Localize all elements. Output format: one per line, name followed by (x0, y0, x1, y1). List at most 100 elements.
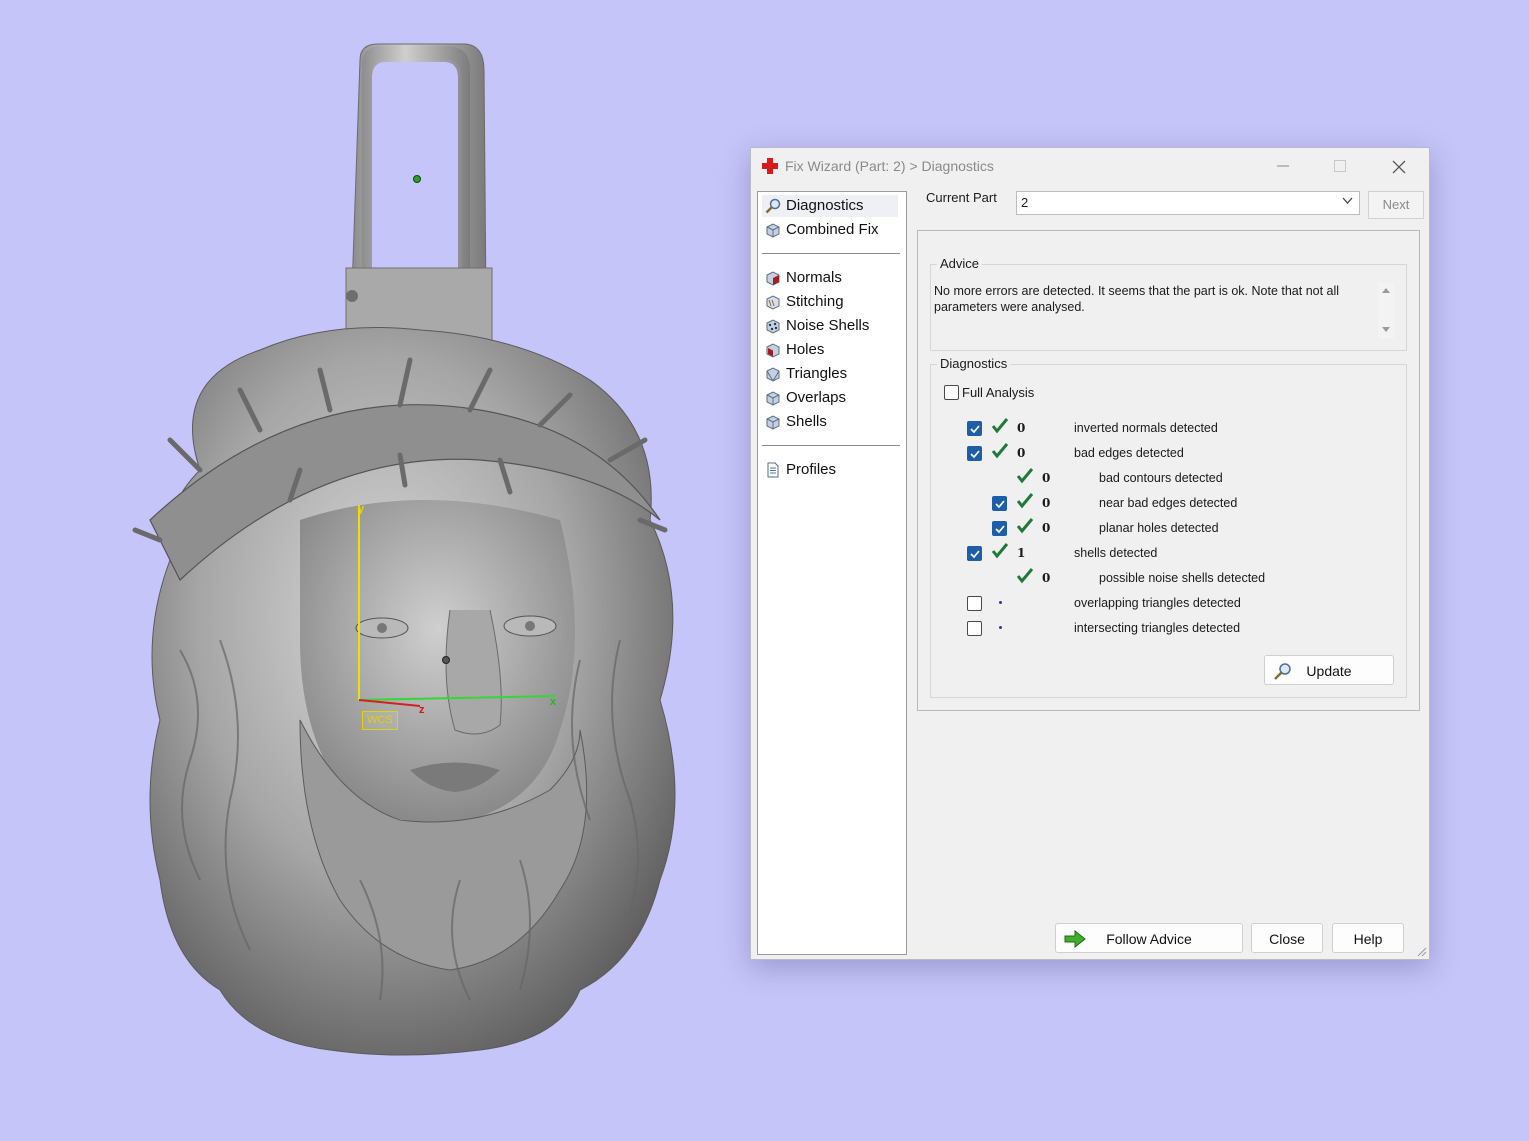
nav-item-overlaps[interactable]: Overlaps (762, 387, 898, 409)
diagnostic-checkbox[interactable] (992, 521, 1007, 536)
nav-item-stitching[interactable]: Stitching (762, 291, 898, 313)
profiles-document-icon (767, 462, 779, 478)
checkmark-icon (995, 500, 1005, 509)
nav-label: Noise Shells (786, 317, 870, 334)
nav-label: Triangles (786, 365, 848, 382)
nav-item-diagnostics[interactable]: Diagnostics (762, 195, 898, 217)
nav-label: Stitching (786, 293, 844, 310)
close-button[interactable]: Close (1251, 923, 1323, 953)
chevron-down-icon (1342, 197, 1353, 204)
resize-grip-icon[interactable] (1417, 947, 1427, 957)
checkmark-icon (970, 450, 980, 459)
normals-cube-icon (766, 271, 780, 286)
title-bar[interactable]: Fix Wizard (Part: 2) > Diagnostics (751, 148, 1429, 184)
shells-cube-icon (766, 415, 780, 430)
full-analysis-checkbox[interactable] (944, 385, 959, 400)
checkmark-icon (970, 425, 980, 434)
cube-icon (766, 223, 780, 238)
diagnostic-checkbox[interactable] (967, 421, 982, 436)
wcs-label: WCS (362, 711, 398, 730)
diagnostic-label: intersecting triangles detected (1074, 621, 1241, 635)
maximize-button[interactable] (1318, 154, 1362, 178)
close-icon (1392, 160, 1406, 174)
diagnostic-label: near bad edges detected (1099, 496, 1238, 510)
diagnostic-label: bad contours detected (1099, 471, 1223, 485)
diagnostic-label: inverted normals detected (1074, 421, 1218, 435)
red-cross-icon (762, 158, 778, 174)
follow-advice-button[interactable]: Follow Advice (1055, 923, 1243, 953)
nav-item-triangles[interactable]: Triangles (762, 363, 898, 385)
nav-label: Normals (786, 269, 842, 286)
ok-check-icon (1016, 568, 1035, 589)
fix-wizard-dialog: Fix Wizard (Part: 2) > Diagnostics Diagn… (750, 147, 1430, 960)
axis-y-label: y (358, 503, 365, 515)
axis-z-label: z (419, 704, 425, 716)
green-arrow-icon (1064, 930, 1086, 948)
triangles-cube-icon (766, 367, 780, 382)
diagnostic-checkbox[interactable] (967, 621, 982, 636)
nav-label: Holes (786, 341, 825, 358)
nav-label: Profiles (786, 461, 837, 478)
minimize-icon (1277, 165, 1289, 167)
nav-label: Shells (786, 413, 827, 430)
magnifier-icon (1274, 663, 1291, 680)
holes-cube-icon (766, 343, 780, 358)
checkmark-icon (970, 550, 980, 559)
diagnostic-count: 0 (1017, 421, 1026, 435)
diagnostic-label: possible noise shells detected (1099, 571, 1266, 585)
diagnostic-count: 0 (1017, 446, 1026, 460)
full-analysis-label: Full Analysis (962, 385, 1035, 400)
stitching-cube-icon (766, 295, 780, 310)
overlaps-cube-icon (766, 391, 780, 406)
magnifier-icon (765, 198, 781, 214)
ok-check-icon (991, 418, 1010, 439)
maximize-icon (1334, 160, 1346, 172)
diagnostic-checkbox[interactable] (967, 446, 982, 461)
nav-divider (762, 445, 900, 446)
wizard-nav: Diagnostics Combined Fix Normals Stitchi… (757, 191, 907, 955)
close-window-button[interactable] (1377, 154, 1421, 178)
viewport-3d[interactable]: y x z WCS (0, 0, 740, 1141)
window-title: Fix Wizard (Part: 2) > Diagnostics (785, 158, 994, 174)
not-analysed-dot-icon (999, 601, 1002, 604)
diagnostic-checkbox[interactable] (992, 496, 1007, 511)
ok-check-icon (991, 443, 1010, 464)
ok-check-icon (1016, 518, 1035, 539)
diagnostic-label: planar holes detected (1099, 521, 1219, 535)
diagnostic-count: 0 (1042, 496, 1051, 510)
nav-item-noise-shells[interactable]: Noise Shells (762, 315, 898, 337)
nav-item-normals[interactable]: Normals (762, 267, 898, 289)
advice-text: No more errors are detected. It seems th… (934, 284, 1340, 314)
follow-advice-label: Follow Advice (1106, 931, 1192, 947)
diagnostics-title: Diagnostics (937, 356, 1011, 371)
help-button[interactable]: Help (1332, 923, 1404, 953)
diagnostic-label: shells detected (1074, 546, 1158, 560)
ok-check-icon (1016, 493, 1035, 514)
nav-label: Combined Fix (786, 221, 879, 238)
minimize-button[interactable] (1261, 154, 1305, 178)
diagnostics-panel: Advice No more errors are detected. It s… (917, 230, 1420, 711)
scroll-arrows-icon (1382, 288, 1390, 332)
advice-title: Advice (937, 256, 983, 271)
advice-scrollbar[interactable] (1378, 283, 1394, 339)
next-button[interactable]: Next (1368, 191, 1424, 219)
ok-check-icon (991, 543, 1010, 564)
diagnostic-count: 0 (1042, 471, 1051, 485)
nav-item-profiles[interactable]: Profiles (762, 459, 898, 481)
ok-check-icon (1016, 468, 1035, 489)
current-part-label: Current Part (926, 190, 997, 205)
diagnostic-count: 0 (1042, 521, 1051, 535)
current-part-select[interactable]: 2 (1016, 191, 1360, 215)
diagnostic-checkbox[interactable] (967, 596, 982, 611)
nav-item-shells[interactable]: Shells (762, 411, 898, 433)
nav-divider (762, 253, 900, 254)
diagnostic-label: bad edges detected (1074, 446, 1184, 460)
nav-item-holes[interactable]: Holes (762, 339, 898, 361)
diagnostic-checkbox[interactable] (967, 546, 982, 561)
axis-x-label: x (550, 696, 557, 708)
update-label: Update (1306, 663, 1352, 679)
diagnostic-label: overlapping triangles detected (1074, 596, 1241, 610)
update-button[interactable]: Update (1264, 655, 1394, 685)
nav-label: Overlaps (786, 389, 847, 406)
nav-item-combined-fix[interactable]: Combined Fix (762, 219, 898, 241)
